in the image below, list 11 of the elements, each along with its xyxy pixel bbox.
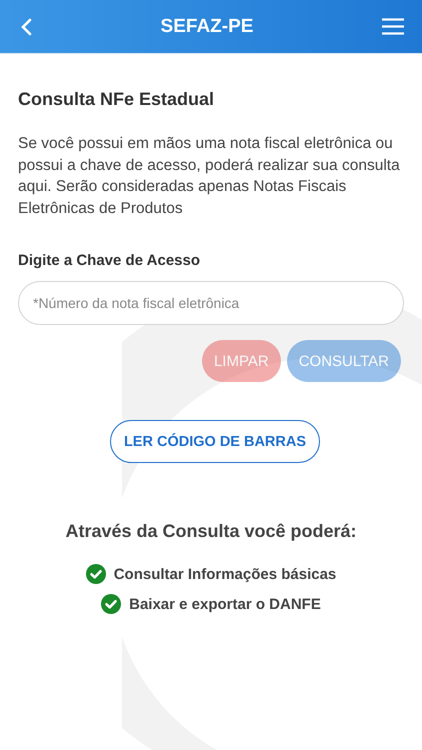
menu-icon (382, 18, 404, 35)
access-key-field[interactable]: *Número da nota fiscal eletrônica (18, 281, 404, 325)
feature-text: Consultar Informações básicas (114, 566, 336, 582)
field-label: Digite a Chave de Acesso (18, 252, 202, 269)
header-title: SEFAZ-PE (160, 16, 254, 38)
back-icon (20, 18, 32, 36)
scan-barcode-button[interactable]: LER CÓDIGO DE BARRAS (110, 420, 320, 463)
feature-text: Baixar e exportar o DANFE (129, 596, 321, 612)
page-description: Se você possui em mãos uma nota fiscal eletrônica ou possui a chave de acesso, poderá realizar sua consulta aqui. Serão consideradas apenas Notas Fiscais Eletrônicas de Produtos (18, 134, 401, 218)
page-title: Consulta NFe Estadual (18, 88, 216, 110)
features-title: Através da Consulta você poderá: (64, 521, 358, 542)
